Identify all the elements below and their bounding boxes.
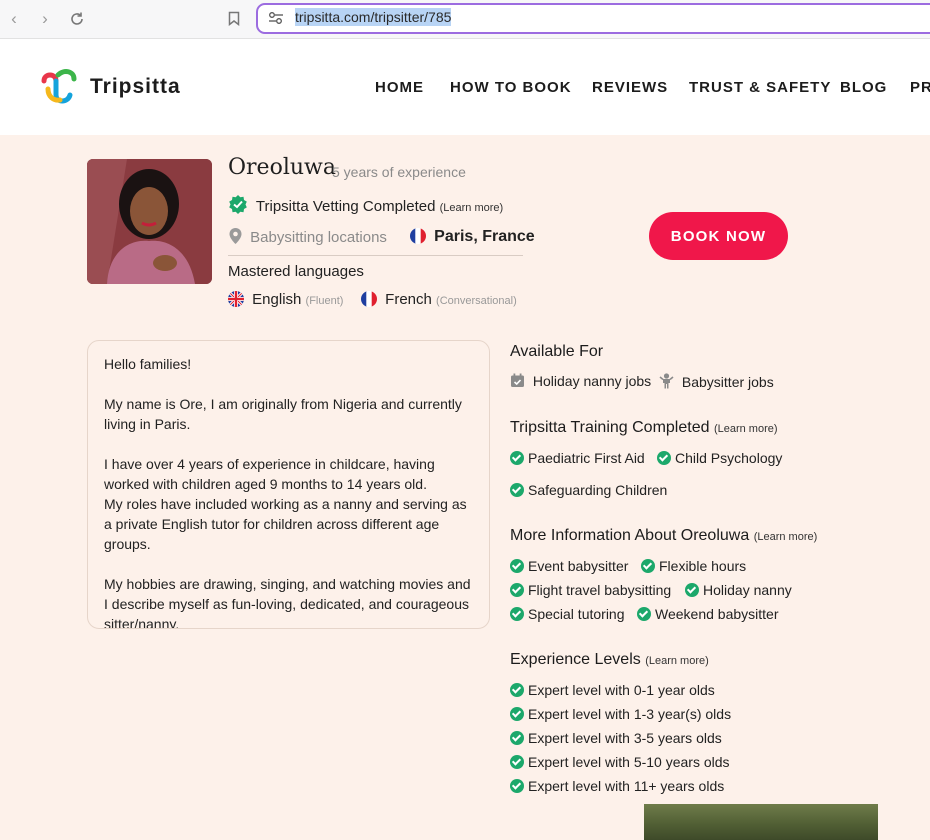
nav-how-to-book[interactable]: HOW TO BOOK (450, 79, 572, 96)
more-info-learn-more[interactable]: (Learn more) (754, 531, 818, 543)
training-item: Safeguarding Children (510, 482, 667, 498)
check-circle-icon (685, 583, 699, 597)
language-name: French (385, 291, 432, 308)
check-circle-icon (637, 607, 651, 621)
site-settings-icon[interactable] (268, 11, 284, 30)
available-holiday-nanny: Holiday nanny jobs (510, 373, 651, 391)
nav-blog[interactable]: BLOG (840, 79, 887, 96)
child-icon (659, 373, 674, 392)
experience-item: Expert level with 0-1 year olds (510, 682, 715, 698)
check-circle-icon (641, 559, 655, 573)
check-circle-icon (510, 779, 524, 793)
experience-item: Expert level with 3-5 years olds (510, 730, 722, 746)
avatar (87, 159, 212, 284)
bio-paragraph: I have over 4 years of experience in chi… (104, 456, 435, 492)
language-level: (Fluent) (305, 295, 344, 307)
available-babysitter: Babysitter jobs (659, 373, 774, 392)
tripsitta-logo-icon[interactable] (38, 67, 80, 112)
more-info-item: Event babysitter (510, 558, 628, 574)
more-info-item: Special tutoring (510, 606, 625, 622)
training-learn-more[interactable]: (Learn more) (714, 423, 778, 435)
locations-label: Babysitting locations (250, 229, 387, 246)
experience-item: Expert level with 5-10 years olds (510, 754, 730, 770)
nav-trust-safety[interactable]: TRUST & SAFETY (689, 79, 831, 96)
language-french: French (Conversational) (361, 291, 517, 311)
reload-icon[interactable] (66, 8, 88, 30)
training-item: Child Psychology (657, 450, 782, 466)
more-info-item: Holiday nanny (685, 582, 792, 598)
back-icon[interactable]: ‹ (3, 8, 25, 30)
url-text[interactable]: tripsitta.com/tripsitter/785 (295, 8, 452, 26)
vetting-label: Tripsitta Vetting Completed (255, 198, 436, 215)
gallery-photo[interactable] (644, 804, 878, 840)
nav-reviews[interactable]: REVIEWS (592, 79, 668, 96)
more-info-title: More Information About Oreoluwa (Learn m… (510, 527, 817, 545)
language-level: (Conversational) (436, 295, 517, 307)
experience-item: Expert level with 11+ years olds (510, 778, 724, 794)
language-name: English (252, 291, 302, 308)
available-for-title: Available For (510, 343, 604, 360)
uk-flag-icon (228, 291, 244, 311)
training-title: Tripsitta Training Completed (Learn more… (510, 419, 778, 437)
more-info-title-label: More Information About Oreoluwa (510, 527, 750, 544)
check-circle-icon (510, 451, 524, 465)
vetting-learn-more[interactable]: (Learn more) (440, 202, 504, 214)
available-label: Babysitter jobs (681, 374, 774, 390)
language-english: English (Fluent) (228, 291, 343, 311)
available-label: Holiday nanny jobs (532, 373, 652, 389)
site-header: Tripsitta HOME HOW TO BOOK REVIEWS TRUST… (0, 39, 930, 135)
check-circle-icon (510, 559, 524, 573)
brand-name[interactable]: Tripsitta (90, 75, 181, 99)
address-bar[interactable]: tripsitta.com/tripsitter/785 (256, 3, 930, 34)
nav-home[interactable]: HOME (375, 79, 424, 96)
france-flag-icon (410, 228, 426, 248)
check-circle-icon (510, 683, 524, 697)
profile-divider (228, 255, 523, 256)
forward-icon[interactable]: › (34, 8, 56, 30)
browser-toolbar: ‹ › tripsitta.com/tripsitter/785 (0, 0, 930, 39)
training-title-label: Tripsitta Training Completed (510, 419, 710, 436)
more-info-item: Flexible hours (641, 558, 746, 574)
vetting-row: Tripsitta Vetting Completed (Learn more) (228, 194, 503, 218)
bio-paragraph: My name is Ore, I am originally from Nig… (104, 396, 462, 432)
location-label: Paris, France (434, 228, 535, 245)
experience-levels-title: Experience Levels (Learn more) (510, 651, 709, 669)
bio-paragraph: My roles have included working as a nann… (104, 496, 467, 552)
experience-item: Expert level with 1-3 year(s) olds (510, 706, 731, 722)
france-flag-icon (361, 291, 377, 311)
locations-row: Babysitting locations (229, 228, 387, 248)
check-circle-icon (510, 483, 524, 497)
check-circle-icon (510, 755, 524, 769)
bio-paragraph: Hello families! (104, 356, 192, 372)
check-circle-icon (657, 451, 671, 465)
location-value: Paris, France (410, 228, 535, 248)
bio-paragraph: My hobbies are drawing, singing, and wat… (104, 576, 471, 629)
check-circle-icon (510, 731, 524, 745)
calendar-icon (510, 373, 525, 391)
location-pin-icon (229, 228, 242, 248)
experience-levels-title-label: Experience Levels (510, 651, 641, 668)
nav-pricing[interactable]: PR (910, 79, 930, 96)
bio-card[interactable]: Hello families! My name is Ore, I am ori… (87, 340, 490, 629)
more-info-item: Weekend babysitter (637, 606, 778, 622)
check-circle-icon (510, 583, 524, 597)
sitter-name: Oreoluwa (228, 155, 336, 180)
bookmark-icon[interactable] (223, 8, 245, 30)
more-info-item: Flight travel babysitting (510, 582, 671, 598)
book-now-button[interactable]: BOOK NOW (649, 212, 788, 260)
languages-title: Mastered languages (228, 263, 364, 280)
check-circle-icon (510, 707, 524, 721)
experience-years: 5 years of experience (332, 164, 466, 180)
experience-learn-more[interactable]: (Learn more) (645, 655, 709, 667)
training-item: Paediatric First Aid (510, 450, 645, 466)
award-badge-icon (228, 194, 248, 218)
check-circle-icon (510, 607, 524, 621)
